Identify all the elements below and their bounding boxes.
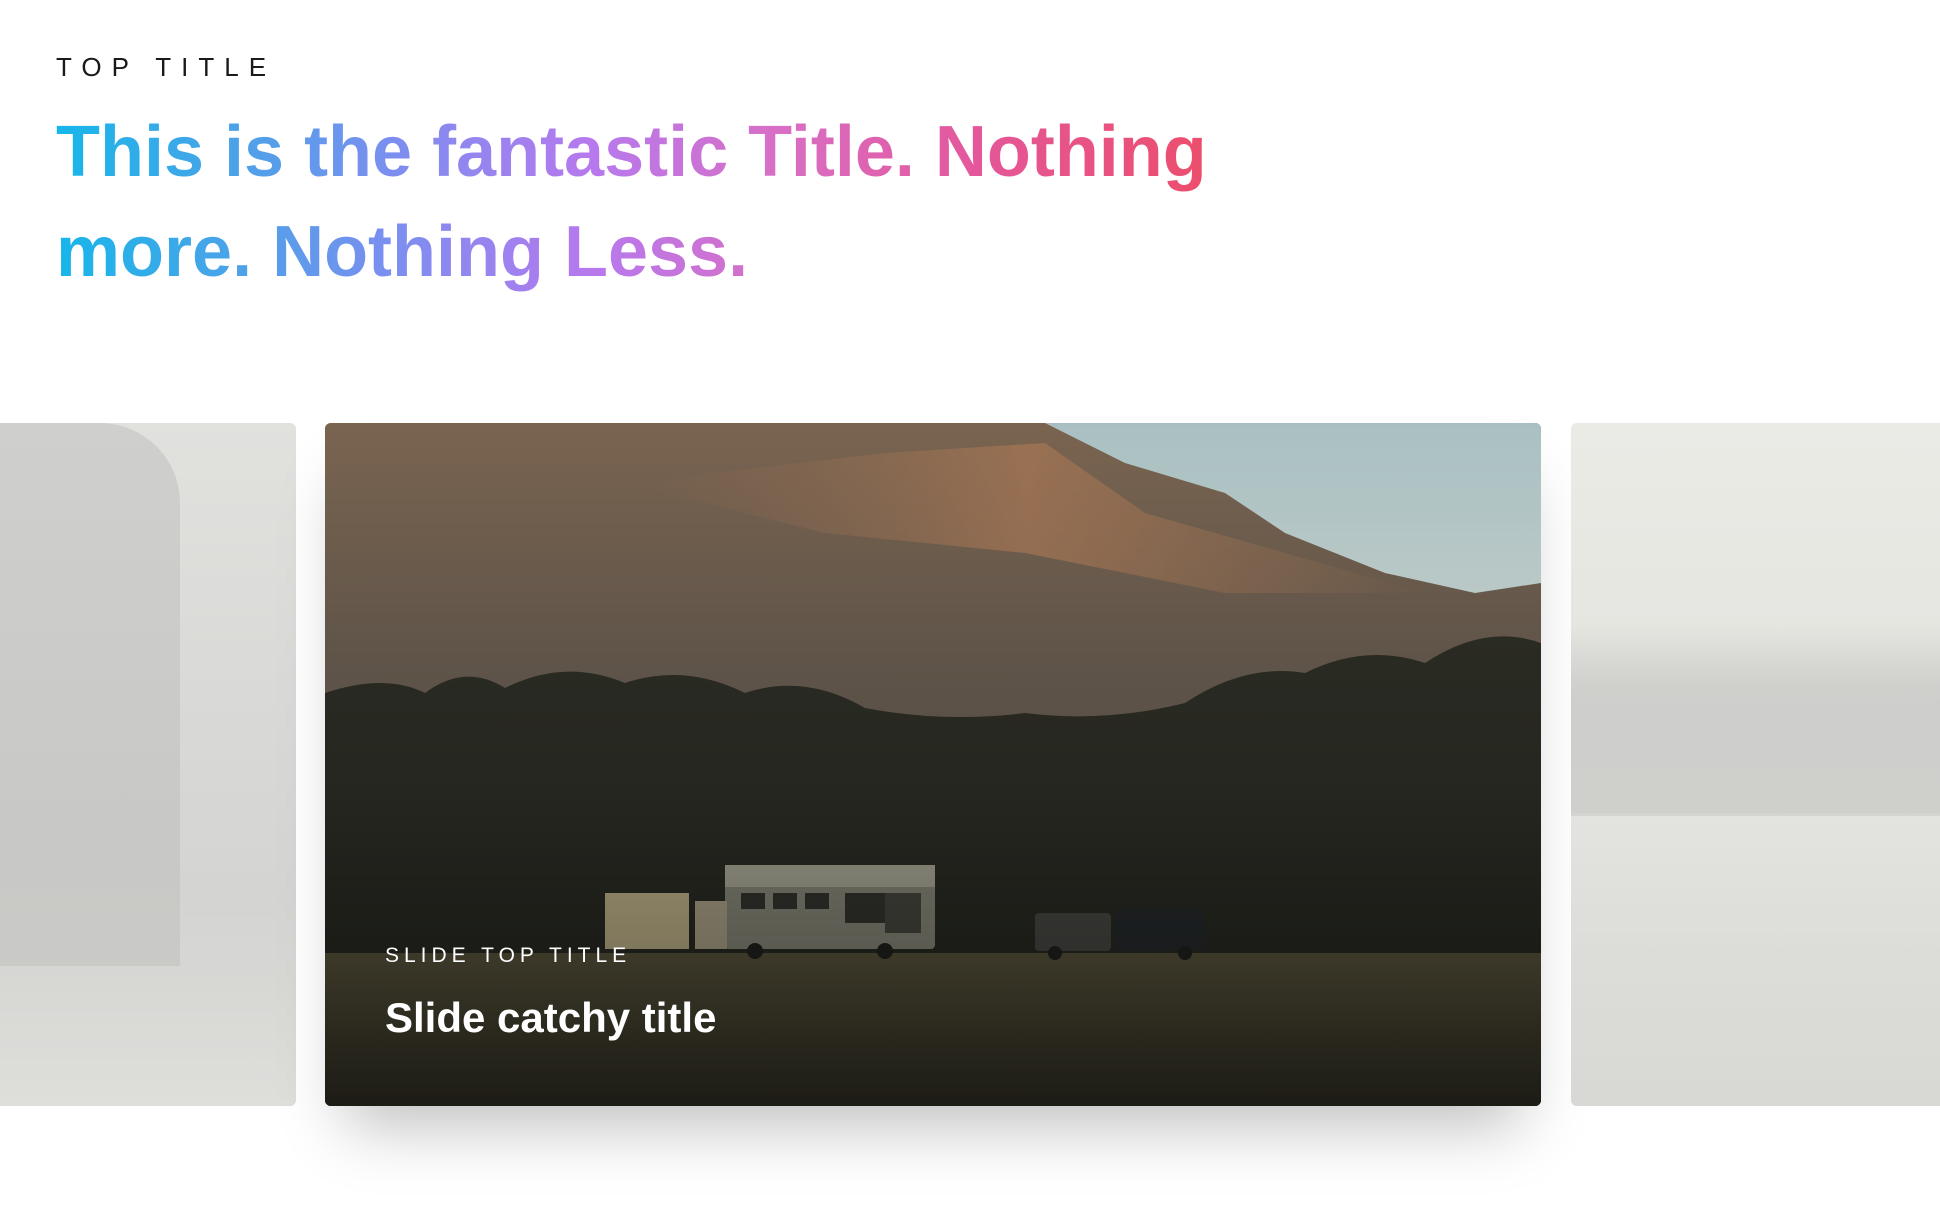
slide-caption: SLIDE TOP TITLE Slide catchy title xyxy=(385,942,716,1044)
carousel-slide-active[interactable]: SLIDE TOP TITLE Slide catchy title xyxy=(325,423,1541,1106)
image-carousel[interactable]: SLIDE TOP TITLE Slide catchy title xyxy=(0,423,1940,1106)
top-title: TOP TITLE xyxy=(56,52,277,82)
carousel-slide-previous[interactable] xyxy=(0,423,296,1106)
slide-title: Slide catchy title xyxy=(385,994,717,1041)
page-title: This is the fantastic Title. Nothing mor… xyxy=(56,102,1296,302)
carousel-slide-next[interactable] xyxy=(1571,423,1940,1106)
slide-image-ground xyxy=(0,966,296,1106)
slide-top-title: SLIDE TOP TITLE xyxy=(385,944,632,967)
slide-image-water xyxy=(1571,816,1940,1106)
page-header: TOP TITLE This is the fantastic Title. N… xyxy=(56,50,1356,302)
slide-image-hills xyxy=(1571,623,1940,813)
